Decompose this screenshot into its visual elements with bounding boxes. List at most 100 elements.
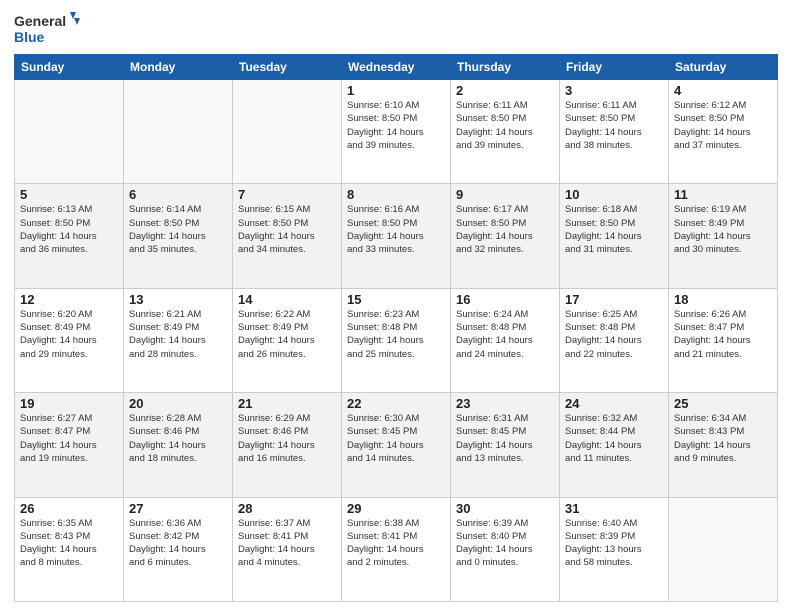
day-info: Sunrise: 6:26 AM Sunset: 8:47 PM Dayligh… <box>674 308 772 361</box>
day-number: 3 <box>565 83 663 98</box>
calendar-day-cell: 13Sunrise: 6:21 AM Sunset: 8:49 PM Dayli… <box>124 288 233 392</box>
day-info: Sunrise: 6:38 AM Sunset: 8:41 PM Dayligh… <box>347 517 445 570</box>
calendar-day-cell: 21Sunrise: 6:29 AM Sunset: 8:46 PM Dayli… <box>233 393 342 497</box>
page-header: General Blue <box>14 10 778 48</box>
logo-svg: General Blue <box>14 10 84 48</box>
calendar-week-row: 12Sunrise: 6:20 AM Sunset: 8:49 PM Dayli… <box>15 288 778 392</box>
weekday-header-cell: Saturday <box>669 55 778 80</box>
calendar-day-cell: 11Sunrise: 6:19 AM Sunset: 8:49 PM Dayli… <box>669 184 778 288</box>
day-info: Sunrise: 6:30 AM Sunset: 8:45 PM Dayligh… <box>347 412 445 465</box>
calendar-day-cell: 16Sunrise: 6:24 AM Sunset: 8:48 PM Dayli… <box>451 288 560 392</box>
calendar-day-cell: 6Sunrise: 6:14 AM Sunset: 8:50 PM Daylig… <box>124 184 233 288</box>
calendar-day-cell: 27Sunrise: 6:36 AM Sunset: 8:42 PM Dayli… <box>124 497 233 601</box>
day-info: Sunrise: 6:23 AM Sunset: 8:48 PM Dayligh… <box>347 308 445 361</box>
calendar-day-cell: 17Sunrise: 6:25 AM Sunset: 8:48 PM Dayli… <box>560 288 669 392</box>
day-number: 24 <box>565 396 663 411</box>
day-info: Sunrise: 6:18 AM Sunset: 8:50 PM Dayligh… <box>565 203 663 256</box>
calendar-day-cell: 1Sunrise: 6:10 AM Sunset: 8:50 PM Daylig… <box>342 80 451 184</box>
day-number: 13 <box>129 292 227 307</box>
weekday-header-cell: Monday <box>124 55 233 80</box>
calendar-day-cell <box>669 497 778 601</box>
svg-text:General: General <box>14 13 66 29</box>
calendar-table: SundayMondayTuesdayWednesdayThursdayFrid… <box>14 54 778 602</box>
calendar-day-cell: 22Sunrise: 6:30 AM Sunset: 8:45 PM Dayli… <box>342 393 451 497</box>
day-info: Sunrise: 6:35 AM Sunset: 8:43 PM Dayligh… <box>20 517 118 570</box>
calendar-day-cell: 31Sunrise: 6:40 AM Sunset: 8:39 PM Dayli… <box>560 497 669 601</box>
day-number: 30 <box>456 501 554 516</box>
day-info: Sunrise: 6:12 AM Sunset: 8:50 PM Dayligh… <box>674 99 772 152</box>
day-number: 28 <box>238 501 336 516</box>
calendar-day-cell: 19Sunrise: 6:27 AM Sunset: 8:47 PM Dayli… <box>15 393 124 497</box>
day-info: Sunrise: 6:34 AM Sunset: 8:43 PM Dayligh… <box>674 412 772 465</box>
day-info: Sunrise: 6:16 AM Sunset: 8:50 PM Dayligh… <box>347 203 445 256</box>
day-number: 22 <box>347 396 445 411</box>
weekday-header-row: SundayMondayTuesdayWednesdayThursdayFrid… <box>15 55 778 80</box>
calendar-day-cell <box>15 80 124 184</box>
calendar-day-cell: 12Sunrise: 6:20 AM Sunset: 8:49 PM Dayli… <box>15 288 124 392</box>
calendar-day-cell: 28Sunrise: 6:37 AM Sunset: 8:41 PM Dayli… <box>233 497 342 601</box>
day-number: 21 <box>238 396 336 411</box>
day-info: Sunrise: 6:22 AM Sunset: 8:49 PM Dayligh… <box>238 308 336 361</box>
day-number: 14 <box>238 292 336 307</box>
day-info: Sunrise: 6:11 AM Sunset: 8:50 PM Dayligh… <box>565 99 663 152</box>
calendar-day-cell: 14Sunrise: 6:22 AM Sunset: 8:49 PM Dayli… <box>233 288 342 392</box>
day-info: Sunrise: 6:21 AM Sunset: 8:49 PM Dayligh… <box>129 308 227 361</box>
day-info: Sunrise: 6:14 AM Sunset: 8:50 PM Dayligh… <box>129 203 227 256</box>
day-info: Sunrise: 6:10 AM Sunset: 8:50 PM Dayligh… <box>347 99 445 152</box>
calendar-week-row: 19Sunrise: 6:27 AM Sunset: 8:47 PM Dayli… <box>15 393 778 497</box>
day-number: 11 <box>674 187 772 202</box>
calendar-day-cell: 26Sunrise: 6:35 AM Sunset: 8:43 PM Dayli… <box>15 497 124 601</box>
day-number: 4 <box>674 83 772 98</box>
day-number: 8 <box>347 187 445 202</box>
day-number: 15 <box>347 292 445 307</box>
day-number: 29 <box>347 501 445 516</box>
day-number: 31 <box>565 501 663 516</box>
day-info: Sunrise: 6:20 AM Sunset: 8:49 PM Dayligh… <box>20 308 118 361</box>
day-number: 2 <box>456 83 554 98</box>
day-info: Sunrise: 6:31 AM Sunset: 8:45 PM Dayligh… <box>456 412 554 465</box>
calendar-body: 1Sunrise: 6:10 AM Sunset: 8:50 PM Daylig… <box>15 80 778 602</box>
calendar-day-cell: 7Sunrise: 6:15 AM Sunset: 8:50 PM Daylig… <box>233 184 342 288</box>
day-info: Sunrise: 6:17 AM Sunset: 8:50 PM Dayligh… <box>456 203 554 256</box>
calendar-day-cell <box>233 80 342 184</box>
day-number: 7 <box>238 187 336 202</box>
day-number: 23 <box>456 396 554 411</box>
day-info: Sunrise: 6:28 AM Sunset: 8:46 PM Dayligh… <box>129 412 227 465</box>
day-number: 27 <box>129 501 227 516</box>
day-number: 9 <box>456 187 554 202</box>
calendar-day-cell: 5Sunrise: 6:13 AM Sunset: 8:50 PM Daylig… <box>15 184 124 288</box>
calendar-day-cell: 29Sunrise: 6:38 AM Sunset: 8:41 PM Dayli… <box>342 497 451 601</box>
day-info: Sunrise: 6:24 AM Sunset: 8:48 PM Dayligh… <box>456 308 554 361</box>
day-info: Sunrise: 6:13 AM Sunset: 8:50 PM Dayligh… <box>20 203 118 256</box>
calendar-day-cell: 25Sunrise: 6:34 AM Sunset: 8:43 PM Dayli… <box>669 393 778 497</box>
calendar-day-cell: 8Sunrise: 6:16 AM Sunset: 8:50 PM Daylig… <box>342 184 451 288</box>
day-info: Sunrise: 6:29 AM Sunset: 8:46 PM Dayligh… <box>238 412 336 465</box>
calendar-day-cell: 18Sunrise: 6:26 AM Sunset: 8:47 PM Dayli… <box>669 288 778 392</box>
day-number: 10 <box>565 187 663 202</box>
calendar-day-cell: 20Sunrise: 6:28 AM Sunset: 8:46 PM Dayli… <box>124 393 233 497</box>
calendar-day-cell: 24Sunrise: 6:32 AM Sunset: 8:44 PM Dayli… <box>560 393 669 497</box>
day-number: 16 <box>456 292 554 307</box>
calendar-day-cell: 15Sunrise: 6:23 AM Sunset: 8:48 PM Dayli… <box>342 288 451 392</box>
weekday-header-cell: Thursday <box>451 55 560 80</box>
day-number: 25 <box>674 396 772 411</box>
weekday-header-cell: Friday <box>560 55 669 80</box>
calendar-day-cell: 10Sunrise: 6:18 AM Sunset: 8:50 PM Dayli… <box>560 184 669 288</box>
day-number: 19 <box>20 396 118 411</box>
day-number: 20 <box>129 396 227 411</box>
calendar-day-cell: 2Sunrise: 6:11 AM Sunset: 8:50 PM Daylig… <box>451 80 560 184</box>
day-info: Sunrise: 6:25 AM Sunset: 8:48 PM Dayligh… <box>565 308 663 361</box>
day-info: Sunrise: 6:27 AM Sunset: 8:47 PM Dayligh… <box>20 412 118 465</box>
day-number: 17 <box>565 292 663 307</box>
calendar-week-row: 26Sunrise: 6:35 AM Sunset: 8:43 PM Dayli… <box>15 497 778 601</box>
weekday-header-cell: Wednesday <box>342 55 451 80</box>
calendar-day-cell: 23Sunrise: 6:31 AM Sunset: 8:45 PM Dayli… <box>451 393 560 497</box>
calendar-day-cell: 3Sunrise: 6:11 AM Sunset: 8:50 PM Daylig… <box>560 80 669 184</box>
day-info: Sunrise: 6:32 AM Sunset: 8:44 PM Dayligh… <box>565 412 663 465</box>
day-info: Sunrise: 6:36 AM Sunset: 8:42 PM Dayligh… <box>129 517 227 570</box>
weekday-header-cell: Tuesday <box>233 55 342 80</box>
day-number: 6 <box>129 187 227 202</box>
day-info: Sunrise: 6:11 AM Sunset: 8:50 PM Dayligh… <box>456 99 554 152</box>
calendar-day-cell: 9Sunrise: 6:17 AM Sunset: 8:50 PM Daylig… <box>451 184 560 288</box>
day-info: Sunrise: 6:40 AM Sunset: 8:39 PM Dayligh… <box>565 517 663 570</box>
